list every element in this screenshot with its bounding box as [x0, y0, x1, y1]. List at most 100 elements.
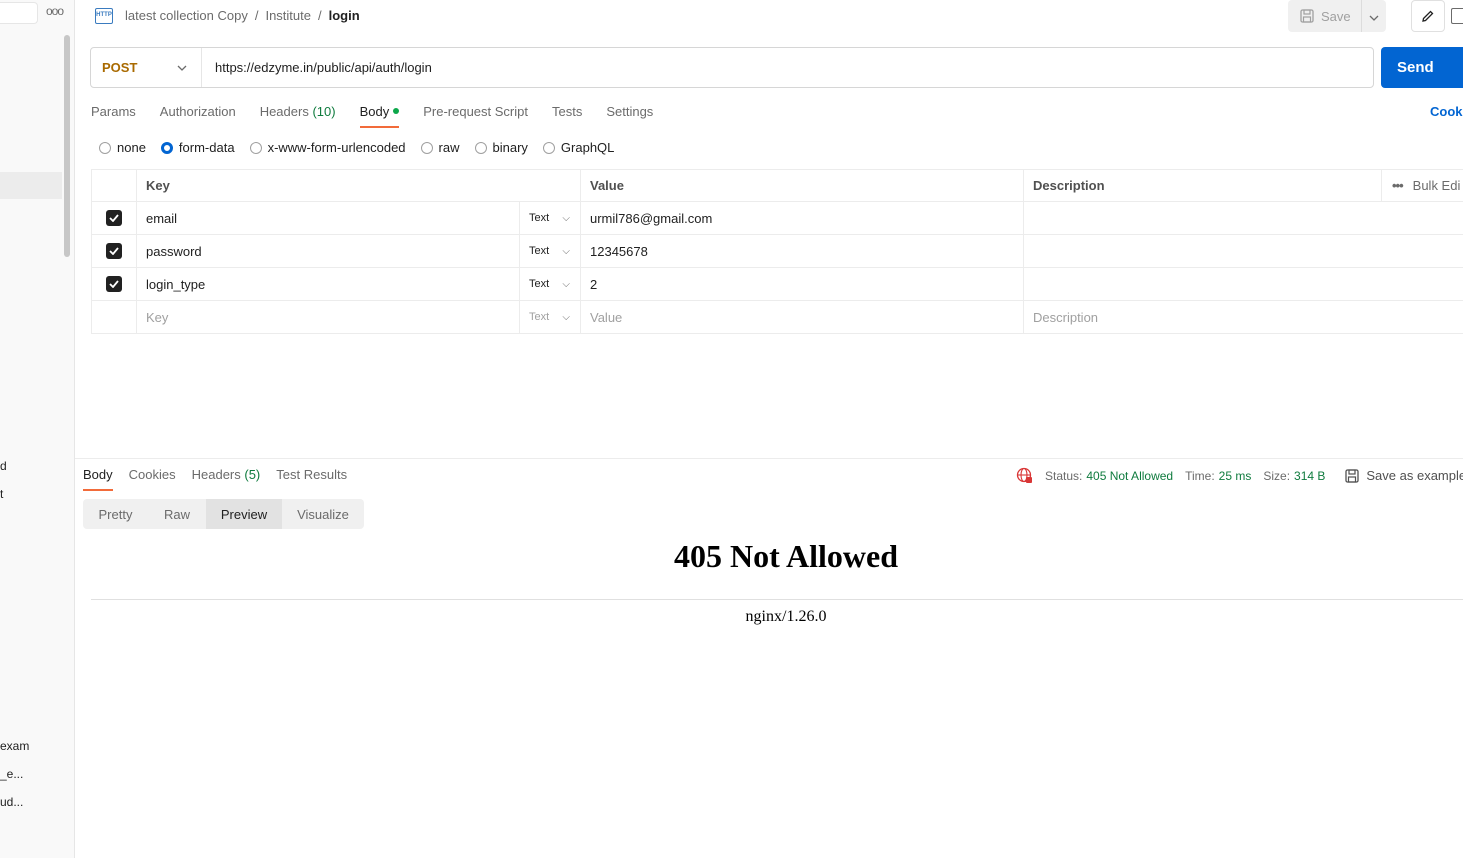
form-data-table: Key Value Description ••• Bulk Edi email… — [91, 169, 1463, 334]
sidebar-search-input[interactable] — [0, 2, 38, 24]
radio-binary[interactable]: binary — [474, 140, 528, 155]
method-select[interactable]: POST — [91, 48, 202, 87]
save-label: Save — [1321, 8, 1351, 24]
radio-graphql[interactable]: GraphQL — [542, 140, 614, 155]
edit-pencil-icon[interactable] — [1411, 0, 1445, 32]
table-row: password Text ⌵ 12345678 — [91, 235, 1463, 268]
view-pretty[interactable]: Pretty — [83, 499, 148, 529]
preview-divider — [91, 599, 1463, 600]
sidebar-item[interactable]: ud... — [0, 795, 23, 809]
sidebar-item[interactable]: t — [0, 487, 3, 501]
radio-form-data[interactable]: form-data — [160, 140, 235, 155]
column-header-key: Key — [146, 178, 170, 193]
save-button-group: Save — [1288, 0, 1386, 32]
radio-circle-checked[interactable] — [160, 141, 173, 154]
tab-pre-request-script[interactable]: Pre-request Script — [423, 104, 528, 128]
radio-none[interactable]: none — [99, 140, 146, 155]
row-type-select[interactable]: Text ⌵ — [519, 235, 580, 267]
documentation-icon[interactable] — [1451, 8, 1463, 24]
row-key[interactable]: email — [137, 202, 519, 234]
table-row: login_type Text ⌵ 2 — [91, 268, 1463, 301]
row-type-select[interactable]: Text ⌵ — [519, 202, 580, 234]
status-value[interactable]: 405 Not Allowed — [1086, 469, 1173, 483]
request-tabs: Params Authorization Headers (10) Body P… — [91, 104, 677, 130]
sidebar-scrollbar[interactable] — [64, 35, 70, 257]
tab-body[interactable]: Body — [359, 104, 400, 128]
table-header-row: Key Value Description ••• Bulk Edi — [91, 169, 1463, 202]
sidebar-item[interactable]: exam — [0, 739, 29, 753]
save-icon — [1345, 468, 1360, 483]
breadcrumb-request-name[interactable]: login — [329, 8, 360, 23]
tab-tests[interactable]: Tests — [552, 104, 582, 128]
checkmark-icon — [109, 280, 119, 288]
send-button[interactable]: Send — [1381, 47, 1463, 88]
response-tab-body[interactable]: Body — [83, 467, 113, 491]
row-description[interactable] — [1023, 202, 1383, 234]
view-raw[interactable]: Raw — [148, 499, 206, 529]
row-value[interactable]: urmil786@gmail.com — [580, 202, 1023, 234]
tab-headers[interactable]: Headers (10) — [260, 104, 336, 128]
response-tab-cookies[interactable]: Cookies — [129, 467, 176, 491]
row-check-cell — [91, 235, 137, 267]
breadcrumb-separator: / — [318, 8, 322, 23]
row-value[interactable]: 12345678 — [580, 235, 1023, 267]
sidebar-more-icon[interactable]: ooo — [46, 4, 64, 18]
row-key[interactable]: password — [137, 235, 519, 267]
save-icon — [1300, 9, 1314, 23]
checkmark-icon — [109, 247, 119, 255]
new-description-input[interactable]: Description — [1023, 301, 1383, 333]
http-request-icon: HTTP — [95, 8, 113, 24]
view-visualize[interactable]: Visualize — [282, 499, 364, 529]
radio-circle[interactable] — [542, 141, 555, 154]
checkmark-icon — [109, 214, 119, 222]
response-tabs: Body Cookies Headers (5) Test Results — [83, 467, 363, 491]
row-checkbox[interactable] — [106, 243, 122, 259]
breadcrumb: latest collection Copy / Institute / login — [125, 8, 360, 23]
size-label: Size: — [1263, 468, 1291, 483]
time-value[interactable]: 25 ms — [1219, 469, 1252, 483]
row-description[interactable] — [1023, 268, 1383, 300]
radio-circle[interactable] — [474, 141, 487, 154]
tab-settings[interactable]: Settings — [606, 104, 653, 128]
save-as-example-button[interactable]: Save as example — [1345, 468, 1463, 483]
more-options-icon[interactable]: ••• — [1392, 178, 1404, 193]
response-tab-headers[interactable]: Headers (5) — [192, 467, 261, 491]
status-label: Status: — [1045, 468, 1083, 483]
new-value-input[interactable]: Value — [580, 301, 1023, 333]
radio-x-www-form-urlencoded[interactable]: x-www-form-urlencoded — [249, 140, 406, 155]
tab-authorization[interactable]: Authorization — [160, 104, 236, 128]
new-type-select[interactable]: Text ⌵ — [519, 301, 580, 333]
row-description[interactable] — [1023, 235, 1383, 267]
radio-circle[interactable] — [99, 141, 111, 154]
url-input[interactable] — [202, 60, 1373, 75]
network-globe-icon[interactable] — [1016, 467, 1033, 484]
response-divider[interactable] — [75, 458, 1463, 459]
url-bar: POST — [90, 47, 1374, 88]
save-dropdown-chevron-icon[interactable] — [1362, 9, 1386, 24]
bulk-edit-link[interactable]: Bulk Edi — [1413, 178, 1461, 193]
row-key[interactable]: login_type — [137, 268, 519, 300]
chevron-down-icon: ⌵ — [562, 245, 570, 257]
breadcrumb-folder[interactable]: Institute — [265, 8, 311, 23]
body-indicator-dot — [393, 108, 400, 114]
sidebar-item[interactable]: d — [0, 459, 7, 473]
tab-params[interactable]: Params — [91, 104, 136, 128]
radio-raw[interactable]: raw — [420, 140, 460, 155]
row-check-cell — [91, 301, 137, 333]
radio-circle[interactable] — [249, 141, 262, 154]
response-tab-test-results[interactable]: Test Results — [276, 467, 347, 491]
save-button[interactable]: Save — [1288, 0, 1362, 32]
view-preview[interactable]: Preview — [206, 499, 282, 529]
sidebar-selected-item[interactable] — [0, 172, 62, 199]
radio-circle[interactable] — [420, 141, 433, 154]
row-value[interactable]: 2 — [580, 268, 1023, 300]
new-key-input[interactable]: Key — [137, 301, 519, 333]
table-actions: ••• Bulk Edi — [1381, 170, 1463, 201]
row-checkbox[interactable] — [106, 276, 122, 292]
row-checkbox[interactable] — [106, 210, 122, 226]
sidebar-item[interactable]: _e... — [0, 767, 23, 781]
size-value[interactable]: 314 B — [1294, 469, 1325, 483]
row-type-select[interactable]: Text ⌵ — [519, 268, 580, 300]
breadcrumb-collection[interactable]: latest collection Copy — [125, 8, 248, 23]
cookies-link[interactable]: Cooki — [1430, 104, 1463, 119]
